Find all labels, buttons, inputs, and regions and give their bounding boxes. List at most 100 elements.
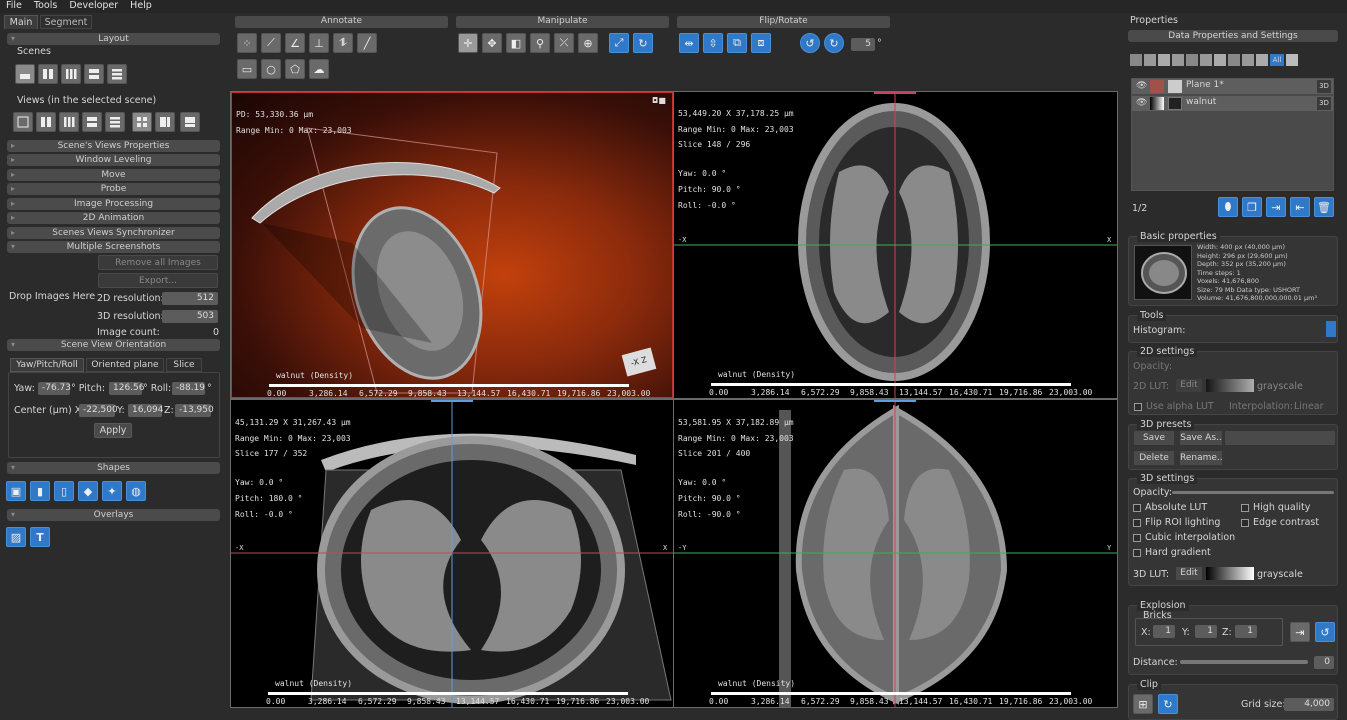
- remove-all-images-button[interactable]: Remove all Images: [98, 255, 218, 270]
- section-2d-animation[interactable]: 2D Animation: [7, 212, 220, 224]
- shape-plane-button[interactable]: ◆: [78, 481, 98, 501]
- brick-z-input[interactable]: 1: [1235, 625, 1257, 638]
- scene-layout-4-button[interactable]: [84, 64, 104, 84]
- preset-delete-button[interactable]: Delete: [1134, 451, 1174, 465]
- layer-lut-swatch[interactable]: [1150, 97, 1164, 110]
- flip-roi-lighting-checkbox[interactable]: [1133, 519, 1141, 527]
- settings-3d-header[interactable]: 3D settings: [1137, 473, 1198, 484]
- section-image-processing[interactable]: Image Processing: [7, 198, 220, 210]
- layer-3d-toggle[interactable]: 3D: [1317, 80, 1331, 93]
- eye-icon[interactable]: 👁: [1136, 81, 1147, 91]
- filter-person-icon[interactable]: [1256, 54, 1268, 66]
- filter-chart-icon[interactable]: [1242, 54, 1254, 66]
- grid-size-input[interactable]: 4,000: [1284, 698, 1334, 711]
- view-3d[interactable]: PD: 53,330.36 µm Range Min: 0 Max: 23,00…: [231, 92, 673, 398]
- hard-gradient-checkbox[interactable]: [1133, 549, 1141, 557]
- filter-layers-icon[interactable]: [1172, 54, 1184, 66]
- reset-view-button[interactable]: ↻: [633, 33, 653, 53]
- lut-2d-gradient[interactable]: [1206, 379, 1254, 392]
- scene-layout-3-button[interactable]: [61, 64, 81, 84]
- flip-vertical-button[interactable]: ⇳: [703, 33, 723, 53]
- menu-developer[interactable]: Developer: [63, 0, 124, 13]
- histogram-button[interactable]: [1326, 321, 1336, 337]
- angle-tool-button[interactable]: ∠: [285, 33, 305, 53]
- section-multiple-screenshots[interactable]: Multiple Screenshots: [7, 241, 220, 253]
- layer-3d-toggle[interactable]: 3D: [1317, 97, 1331, 110]
- overlay-text-button[interactable]: T: [30, 527, 50, 547]
- filter-box-icon[interactable]: [1214, 54, 1226, 66]
- scene-view-orientation-header[interactable]: Scene View Orientation: [7, 339, 220, 351]
- use-alpha-lut-checkbox[interactable]: [1134, 403, 1142, 411]
- drop-images-zone[interactable]: Drop Images Here: [9, 291, 95, 302]
- clip-reset-button[interactable]: ↻: [1158, 694, 1178, 714]
- tab-oriented-plane[interactable]: Oriented plane: [86, 358, 164, 372]
- fit-view-button[interactable]: ⤢: [609, 33, 629, 53]
- shape-sphere-button[interactable]: ◍: [126, 481, 146, 501]
- tab-yaw-pitch-roll[interactable]: Yaw/Pitch/Roll: [10, 358, 84, 372]
- menu-file[interactable]: File: [0, 0, 28, 13]
- explosion-reset-button[interactable]: ↺: [1315, 622, 1335, 642]
- shape-tube-button[interactable]: ▯: [54, 481, 74, 501]
- preset-save-button[interactable]: Save: [1134, 431, 1174, 445]
- filter-all-button[interactable]: All: [1270, 54, 1284, 66]
- presets-3d-header[interactable]: 3D presets: [1137, 419, 1195, 430]
- brick-y-input[interactable]: 1: [1195, 625, 1217, 638]
- filter-grid-icon[interactable]: [1144, 54, 1156, 66]
- rotate-tool-button[interactable]: ⤫: [554, 33, 574, 53]
- pitch-input[interactable]: 126.56: [109, 382, 145, 395]
- settings-2d-header[interactable]: 2D settings: [1137, 346, 1198, 357]
- section-move[interactable]: Move: [7, 169, 220, 181]
- shape-cylinder-button[interactable]: ▮: [30, 481, 50, 501]
- filter-cube-icon[interactable]: [1130, 54, 1142, 66]
- duplicate-layer-button[interactable]: ❐: [1242, 197, 1262, 217]
- center-x-input[interactable]: -22,500: [79, 404, 118, 417]
- absolute-lut-checkbox[interactable]: [1133, 504, 1141, 512]
- basic-properties-header[interactable]: Basic properties: [1137, 231, 1220, 242]
- preset-select[interactable]: [1225, 431, 1335, 445]
- polygon-roi-button[interactable]: ⬠: [285, 59, 305, 79]
- tools-header[interactable]: Tools: [1137, 310, 1167, 321]
- center-y-input[interactable]: 16,094: [128, 404, 164, 417]
- caliper-tool-button[interactable]: ⥮: [333, 33, 353, 53]
- yaw-input[interactable]: -76.73: [38, 382, 71, 395]
- pan-tool-button[interactable]: ✥: [482, 33, 502, 53]
- distance-input[interactable]: 0: [1314, 656, 1334, 669]
- shape-polyline-button[interactable]: ✦: [102, 481, 122, 501]
- export-layer-button[interactable]: ⇤: [1290, 197, 1310, 217]
- high-quality-checkbox[interactable]: [1241, 504, 1249, 512]
- overlay-image-button[interactable]: ▨: [6, 527, 26, 547]
- lut-3d-gradient[interactable]: [1206, 567, 1254, 580]
- clip-header[interactable]: Clip: [1137, 679, 1161, 690]
- freehand-roi-button[interactable]: ☁: [309, 59, 329, 79]
- menu-tools[interactable]: Tools: [28, 0, 63, 13]
- data-properties-header[interactable]: Data Properties and Settings: [1128, 30, 1338, 42]
- view-slice-3[interactable]: 53,581.95 X 37,182.89 µm Range Min: 0 Ma…: [674, 400, 1117, 707]
- eye-icon[interactable]: 👁: [1136, 98, 1147, 108]
- layer-row[interactable]: 👁 walnut 3D: [1132, 96, 1333, 111]
- view-layout-3-button[interactable]: [59, 112, 79, 132]
- add-layer-button[interactable]: ⬮: [1218, 197, 1238, 217]
- section-window-leveling[interactable]: Window Leveling: [7, 154, 220, 166]
- ellipse-roi-button[interactable]: ○: [261, 59, 281, 79]
- export-button[interactable]: Export...: [98, 273, 218, 288]
- apply-button[interactable]: Apply: [94, 423, 132, 438]
- layer-color-swatch[interactable]: [1150, 80, 1164, 93]
- layer-name[interactable]: walnut: [1186, 97, 1216, 107]
- rotate-90-button[interactable]: ⧉: [727, 33, 747, 53]
- filter-image-icon[interactable]: [1228, 54, 1240, 66]
- preset-save-as-button[interactable]: Save As..: [1180, 431, 1222, 445]
- menu-help[interactable]: Help: [124, 0, 158, 13]
- roll-input[interactable]: -88.19: [172, 382, 205, 395]
- shape-box-button[interactable]: ▣: [6, 481, 26, 501]
- ruler-tool-button[interactable]: ⟋: [261, 33, 281, 53]
- points-tool-button[interactable]: ⁘: [237, 33, 257, 53]
- lut-2d-edit-button[interactable]: Edit: [1176, 379, 1202, 392]
- brick-x-input[interactable]: 1: [1153, 625, 1175, 638]
- scene-layout-2-button[interactable]: [38, 64, 58, 84]
- angle2-tool-button[interactable]: ⊥: [309, 33, 329, 53]
- rotate-neg90-button[interactable]: ⧈: [751, 33, 771, 53]
- scene-layout-1-button[interactable]: [15, 64, 35, 84]
- center-z-input[interactable]: -13,950: [175, 404, 214, 417]
- section-probe[interactable]: Probe: [7, 183, 220, 195]
- delete-layer-button[interactable]: 🗑: [1314, 197, 1334, 217]
